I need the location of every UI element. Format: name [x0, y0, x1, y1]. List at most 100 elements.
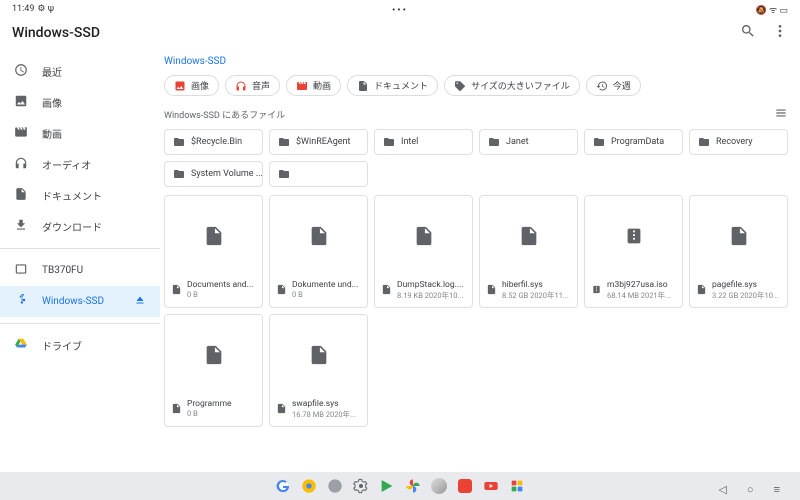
usb-icon: [14, 293, 28, 310]
nav-bar: ◁ ○ ≡: [718, 483, 780, 496]
section-title: Windows-SSD にあるファイル: [164, 108, 285, 121]
image-icon: [14, 94, 28, 111]
drive-icon: [14, 337, 28, 354]
file-name: hiberfil.sys: [502, 280, 569, 290]
file-meta: 16.78 MB 2020年...: [292, 409, 356, 420]
folder-item[interactable]: [269, 161, 368, 187]
doc-icon: [14, 187, 28, 204]
sidebar-item-audio[interactable]: オーディオ: [0, 149, 160, 180]
nav-recent[interactable]: ≡: [774, 483, 780, 496]
more-icon[interactable]: [772, 23, 788, 43]
file-type-icon: [171, 280, 182, 299]
search-icon[interactable]: [740, 23, 756, 43]
taskbar-settings[interactable]: [352, 477, 370, 495]
sidebar-item-downloads[interactable]: ダウンロード: [0, 211, 160, 242]
taskbar-play[interactable]: [378, 477, 396, 495]
tag-icon: [454, 80, 466, 92]
file-name: Dokumente und...: [292, 280, 358, 290]
sidebar-storage-usb[interactable]: Windows-SSD: [0, 286, 160, 317]
file-item[interactable]: Programme0 B: [164, 314, 263, 427]
taskbar-avatar[interactable]: [430, 477, 448, 495]
eject-icon[interactable]: [134, 294, 146, 309]
sidebar-cloud-drive[interactable]: ドライブ: [0, 330, 160, 361]
movie-icon: [14, 125, 28, 142]
file-icon: [203, 223, 225, 249]
file-name: swapfile.sys: [292, 399, 356, 409]
file-meta: 3.22 GB 2020年10...: [712, 290, 779, 301]
doc-icon: [357, 80, 369, 92]
chip-audio[interactable]: 音声: [225, 75, 280, 96]
file-icon: [203, 342, 225, 368]
nav-back[interactable]: ◁: [718, 483, 726, 496]
folder-name: ProgramData: [611, 137, 664, 147]
file-meta: 0 B: [187, 409, 232, 418]
file-meta: 0 B: [292, 290, 358, 299]
tablet-icon: [14, 262, 28, 279]
file-meta: 0 B: [187, 290, 253, 299]
page-title: Windows-SSD: [12, 25, 100, 41]
taskbar-photos[interactable]: [404, 477, 422, 495]
folder-icon: [488, 136, 500, 148]
folder-icon: [173, 168, 185, 180]
status-time: 11:49: [12, 4, 34, 14]
folder-item[interactable]: Recovery: [689, 129, 788, 155]
file-icon: [308, 223, 330, 249]
history-icon: [596, 80, 608, 92]
file-icon: [518, 223, 540, 249]
sidebar: 最近 画像 動画 オーディオ ドキュメント ダウンロード TB370FU Win…: [0, 48, 160, 472]
file-type-icon: [591, 280, 602, 299]
file-item[interactable]: hiberfil.sys8.52 GB 2020年11...: [479, 195, 578, 308]
folder-item[interactable]: ProgramData: [584, 129, 683, 155]
audio-icon: [235, 80, 247, 92]
file-type-icon: [696, 280, 707, 299]
folder-item[interactable]: $WinREAgent: [269, 129, 368, 155]
breadcrumb[interactable]: Windows-SSD: [164, 52, 788, 75]
app-header: Windows-SSD: [0, 18, 800, 48]
file-type-icon: [486, 280, 497, 299]
nav-home[interactable]: ○: [747, 483, 754, 496]
view-toggle-icon[interactable]: [774, 106, 788, 123]
taskbar-apps[interactable]: [508, 477, 526, 495]
folder-name: Intel: [401, 137, 418, 147]
sidebar-item-videos[interactable]: 動画: [0, 118, 160, 149]
taskbar-app[interactable]: [326, 477, 344, 495]
folder-name: Janet: [506, 137, 529, 147]
file-item[interactable]: m3bj927usa.iso68.14 MB 2021年...: [584, 195, 683, 308]
chip-week[interactable]: 今週: [586, 75, 641, 96]
file-name: Documents and...: [187, 280, 253, 290]
file-type-icon: [276, 399, 287, 418]
file-meta: 8.52 GB 2020年11...: [502, 290, 569, 301]
sidebar-item-documents[interactable]: ドキュメント: [0, 180, 160, 211]
file-item[interactable]: Dokumente und...0 B: [269, 195, 368, 308]
folder-name: $WinREAgent: [296, 137, 350, 147]
notch-dots: •••: [392, 5, 408, 16]
taskbar-google[interactable]: [274, 477, 292, 495]
audio-icon: [14, 156, 28, 173]
folder-item[interactable]: System Volume ...: [164, 161, 263, 187]
chip-images[interactable]: 画像: [164, 75, 219, 96]
file-item[interactable]: DumpStack.log....8.19 KB 2020年10...: [374, 195, 473, 308]
file-name: pagefile.sys: [712, 280, 779, 290]
taskbar-chrome[interactable]: [300, 477, 318, 495]
sidebar-item-recent[interactable]: 最近: [0, 56, 160, 87]
file-item[interactable]: swapfile.sys16.78 MB 2020年...: [269, 314, 368, 427]
chip-large[interactable]: サイズの大きいファイル: [444, 75, 580, 96]
folder-name: System Volume ...: [191, 169, 263, 179]
folder-item[interactable]: Janet: [479, 129, 578, 155]
sidebar-item-images[interactable]: 画像: [0, 87, 160, 118]
folder-icon: [278, 136, 290, 148]
file-name: Programme: [187, 399, 232, 409]
chip-video[interactable]: 動画: [286, 75, 341, 96]
sidebar-storage-tablet[interactable]: TB370FU: [0, 255, 160, 286]
file-icon: [413, 223, 435, 249]
file-name: DumpStack.log....: [397, 280, 464, 290]
folder-item[interactable]: $Recycle.Bin: [164, 129, 263, 155]
file-icon: [308, 342, 330, 368]
folder-item[interactable]: Intel: [374, 129, 473, 155]
taskbar-app2[interactable]: [456, 477, 474, 495]
filter-chips: 画像 音声 動画 ドキュメント サイズの大きいファイル 今週: [164, 75, 788, 96]
taskbar-youtube[interactable]: [482, 477, 500, 495]
file-item[interactable]: pagefile.sys3.22 GB 2020年10...: [689, 195, 788, 308]
chip-docs[interactable]: ドキュメント: [347, 75, 438, 96]
file-item[interactable]: Documents and...0 B: [164, 195, 263, 308]
